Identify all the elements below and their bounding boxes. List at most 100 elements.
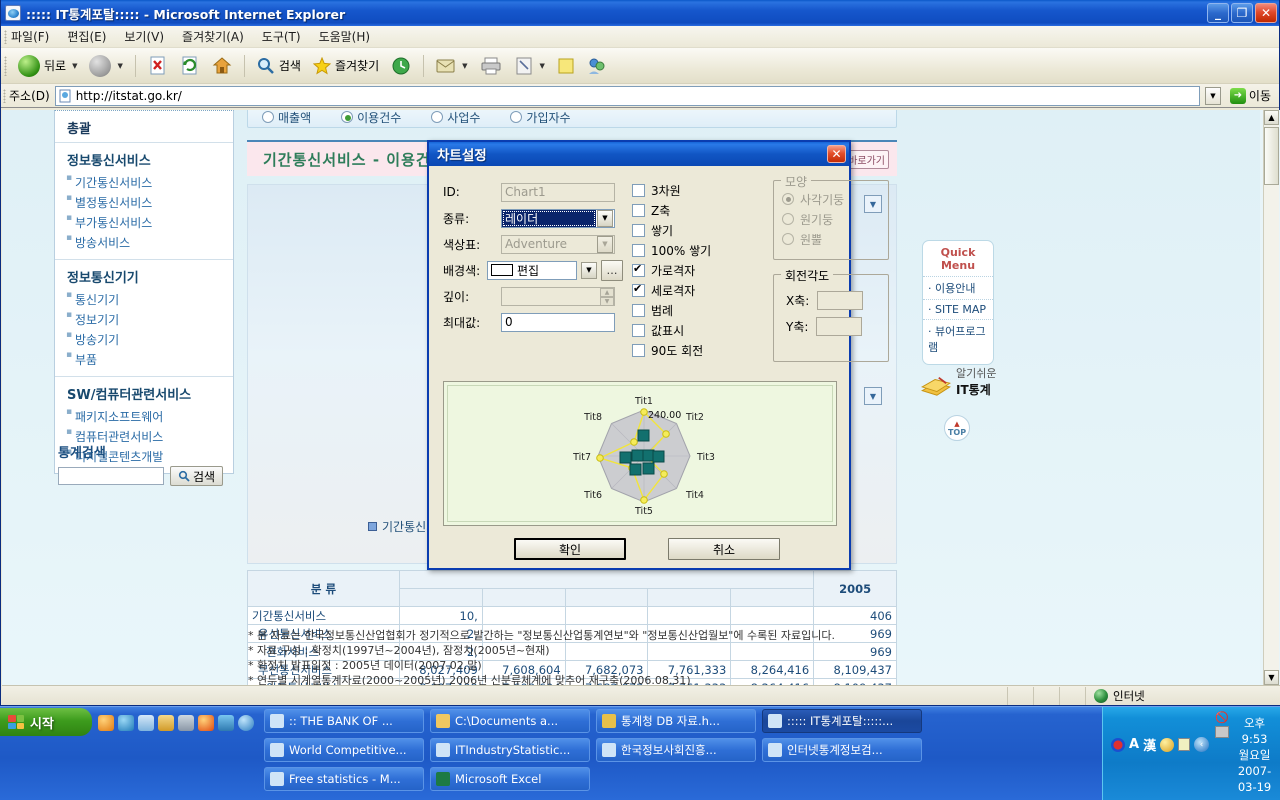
nav-item-telecom-device[interactable]: 통신기기 xyxy=(55,289,233,309)
stat-search-button[interactable]: 검색 xyxy=(170,466,224,486)
taskbar-item[interactable]: :: THE BANK OF ... xyxy=(264,709,424,733)
taskbar-item-active[interactable]: ::::: IT통계포탈:::::... xyxy=(762,709,922,733)
chevron-down-icon-forward[interactable]: ▼ xyxy=(117,62,122,70)
back-button[interactable]: 뒤로 ▼ xyxy=(13,52,82,80)
radio-business-count[interactable]: 사업수 xyxy=(431,110,480,126)
minimize-button[interactable]: _ xyxy=(1207,3,1229,23)
messenger-button[interactable] xyxy=(582,52,612,80)
quick-menu-item-guide[interactable]: · 이용안내 xyxy=(923,276,993,299)
ok-button[interactable]: 확인 xyxy=(514,538,626,560)
quick-menu-item-sitemap[interactable]: · SITE MAP xyxy=(923,299,993,319)
favorites-button[interactable]: 즐겨찾기 xyxy=(308,52,384,80)
checkbox-stack[interactable]: 쌓기 xyxy=(632,220,762,240)
table-row[interactable]: 기간통신서비스 10, 406 xyxy=(247,606,897,625)
nav-group-title-devices[interactable]: 정보통신기기 xyxy=(55,266,233,289)
app-icon-blue[interactable] xyxy=(218,715,234,731)
address-dropdown-button[interactable]: ▼ xyxy=(1204,86,1221,105)
ime-hanja-icon[interactable]: 漢 xyxy=(1143,735,1156,754)
tray-expand-icon[interactable]: ‹ xyxy=(1194,737,1210,752)
checkbox-stack100[interactable]: 100% 쌓기 xyxy=(632,240,762,260)
checkbox-showvalues[interactable]: 값표시 xyxy=(632,320,762,340)
folder-icon[interactable] xyxy=(158,715,174,731)
menu-favorites[interactable]: 즐겨찾기(A) xyxy=(182,28,244,45)
scroll-to-top-button[interactable]: ▲ TOP xyxy=(944,415,970,441)
stat-search-input[interactable] xyxy=(58,467,164,485)
edit-button[interactable]: ▼ xyxy=(509,52,550,80)
taskbar-item[interactable]: Free statistics - M... xyxy=(264,767,424,791)
easy-it-stats-banner[interactable]: 알기쉬운 IT통계 xyxy=(920,365,1010,398)
page-vertical-scrollbar[interactable]: ▲ ▼ xyxy=(1263,110,1279,685)
nav-item-special-telecom[interactable]: 별정통신서비스 xyxy=(55,192,233,212)
menu-view[interactable]: 보기(V) xyxy=(124,28,164,45)
ie-quicklaunch-icon[interactable] xyxy=(238,715,254,731)
nav-item-base-telecom[interactable]: 기간통신서비스 xyxy=(55,172,233,192)
nav-item-broadcast-device[interactable]: 방송기기 xyxy=(55,329,233,349)
vscroll-thumb[interactable] xyxy=(1264,127,1279,185)
chevron-down-icon-bgcolor[interactable]: ▼ xyxy=(581,261,597,279)
checkbox-rotate90[interactable]: 90도 회전 xyxy=(632,340,762,360)
rotation-x-input[interactable] xyxy=(817,290,864,310)
scroll-down-button[interactable]: ▼ xyxy=(1264,670,1279,685)
menu-file[interactable]: 파일(F) xyxy=(11,28,49,45)
dialog-close-button[interactable]: ✕ xyxy=(827,145,846,163)
address-input[interactable]: http://itstat.go.kr/ xyxy=(54,85,1200,106)
tray-doc-icon[interactable] xyxy=(1178,738,1191,751)
taskbar-clock[interactable]: 오후 9:53 월요일 2007-03-19 xyxy=(1235,711,1274,795)
print-button[interactable] xyxy=(475,52,507,80)
search-button[interactable]: 검색 xyxy=(252,52,306,80)
notes-button[interactable] xyxy=(552,52,580,80)
checkbox-vgrid[interactable]: 세로격자 xyxy=(632,280,762,300)
taskbar-item[interactable]: 한국정보사회진흥... xyxy=(596,738,756,762)
cancel-button[interactable]: 취소 xyxy=(668,538,780,560)
radio-subscribers[interactable]: 가입자수 xyxy=(510,110,571,126)
taskbar-item[interactable]: World Competitive... xyxy=(264,738,424,762)
refresh-button[interactable] xyxy=(175,52,205,80)
start-button[interactable]: 시작 xyxy=(0,708,92,736)
checkbox-hgrid[interactable]: 가로격자 xyxy=(632,260,762,280)
scroll-up-button[interactable]: ▲ xyxy=(1264,110,1279,125)
chevron-down-icon-type[interactable]: ▼ xyxy=(597,209,613,227)
menu-edit[interactable]: 편집(E) xyxy=(67,28,106,45)
nav-group-title-software[interactable]: SW/컴퓨터관련서비스 xyxy=(55,383,233,406)
rotation-y-input[interactable] xyxy=(816,316,863,336)
taskbar-item[interactable]: ITIndustryStatistic... xyxy=(430,738,590,762)
app-icon-orange[interactable] xyxy=(198,715,214,731)
bgcolor-combo[interactable]: 편집 xyxy=(487,260,577,280)
checkbox-3d[interactable]: 3차원 xyxy=(632,180,762,200)
document-icon[interactable] xyxy=(178,715,194,731)
dialog-titlebar[interactable]: 차트설정 ✕ xyxy=(429,142,849,166)
bgcolor-more-button[interactable]: … xyxy=(601,259,623,281)
tray-app-icon[interactable] xyxy=(1160,737,1175,752)
nav-group-title-services[interactable]: 정보통신서비스 xyxy=(55,149,233,172)
chart-type-select[interactable]: 레이더 ▼ xyxy=(501,208,615,228)
korean-flag-icon[interactable] xyxy=(1111,737,1125,752)
bgcolor-dropdown[interactable]: ▼ xyxy=(580,261,598,280)
nav-item-parts[interactable]: 부품 xyxy=(55,349,233,369)
radio-sales[interactable]: 매출액 xyxy=(262,110,311,126)
maxvalue-input[interactable]: 0 xyxy=(501,312,615,332)
go-button[interactable]: ➜ 이동 xyxy=(1226,87,1275,104)
taskbar-item[interactable]: 통계청 DB 자료.h... xyxy=(596,709,756,733)
home-button[interactable] xyxy=(207,52,237,80)
chevron-down-icon[interactable]: ▼ xyxy=(72,62,77,70)
show-desktop-icon[interactable] xyxy=(138,715,154,731)
checkbox-zaxis[interactable]: Z축 xyxy=(632,200,762,220)
close-button[interactable]: ✕ xyxy=(1255,3,1277,23)
nav-item-broadcast-service[interactable]: 방송서비스 xyxy=(55,232,233,252)
nav-item-package-sw[interactable]: 패키지소프트웨어 xyxy=(55,406,233,426)
radio-usage[interactable]: 이용건수 xyxy=(341,110,401,126)
chevron-down-icon-edit[interactable]: ▼ xyxy=(540,62,545,70)
checkbox-legend[interactable]: 범례 xyxy=(632,300,762,320)
taskbar-item[interactable]: 인터넷통계정보검... xyxy=(762,738,922,762)
mail-button[interactable]: ▼ xyxy=(431,52,472,80)
forward-button[interactable]: ▼ xyxy=(84,52,127,80)
history-button[interactable] xyxy=(386,52,416,80)
chevron-down-icon-mail[interactable]: ▼ xyxy=(462,62,467,70)
nav-overview[interactable]: 총괄 xyxy=(55,115,233,143)
chart-select-bottom[interactable]: ▼ xyxy=(864,387,882,405)
menu-help[interactable]: 도움말(H) xyxy=(319,28,371,45)
vscroll-track[interactable] xyxy=(1264,185,1279,670)
taskbar-item[interactable]: C:\Documents a... xyxy=(430,709,590,733)
menu-tools[interactable]: 도구(T) xyxy=(262,28,301,45)
network-icon[interactable] xyxy=(1215,726,1230,738)
